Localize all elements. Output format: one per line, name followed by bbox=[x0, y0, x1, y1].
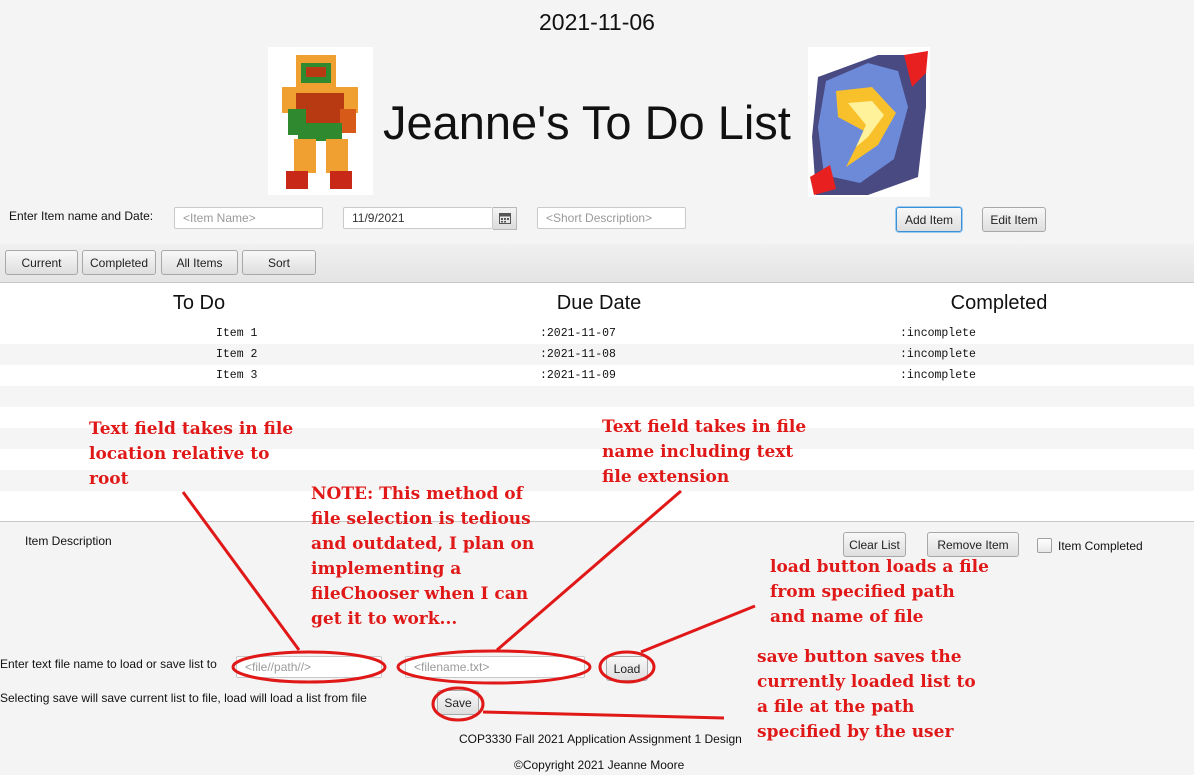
item-due-date: :2021-11-08 bbox=[540, 348, 616, 361]
item-name: Item 3 bbox=[216, 369, 258, 382]
completed-filter-button[interactable]: Completed bbox=[82, 250, 156, 275]
current-date: 2021-11-06 bbox=[539, 9, 655, 35]
app-title: Jeanne's To Do List bbox=[383, 96, 791, 149]
file-hint: Selecting save will save current list to… bbox=[0, 691, 367, 705]
remove-item-button[interactable]: Remove Item bbox=[927, 532, 1019, 557]
load-annotation: load button loads a file from specified … bbox=[770, 557, 989, 627]
description-input[interactable] bbox=[537, 207, 686, 229]
item-name: Item 1 bbox=[216, 327, 258, 340]
item-name: Item 2 bbox=[216, 348, 258, 361]
clear-list-button[interactable]: Clear List bbox=[843, 532, 906, 557]
empty-row bbox=[0, 491, 1194, 512]
filename-annotation: Text field takes in file name including … bbox=[602, 417, 807, 487]
fireball-icon bbox=[808, 47, 930, 197]
list-item[interactable]: Item 2 :2021-11-08 :incomplete bbox=[0, 344, 1194, 365]
item-completed-checkbox[interactable] bbox=[1037, 538, 1052, 553]
method-annotation: NOTE: This method of file selection is t… bbox=[311, 484, 535, 629]
item-due-date: :2021-11-09 bbox=[540, 369, 616, 382]
file-name-input[interactable] bbox=[405, 656, 585, 678]
list-item[interactable]: Item 3 :2021-11-09 :incomplete bbox=[0, 365, 1194, 386]
empty-row bbox=[0, 386, 1194, 407]
course-footer: COP3330 Fall 2021 Application Assignment… bbox=[459, 732, 742, 746]
file-prompt: Enter text file name to load or save lis… bbox=[0, 657, 217, 671]
file-path-input[interactable] bbox=[236, 656, 382, 678]
item-due-date: :2021-11-07 bbox=[540, 327, 616, 340]
list-item[interactable]: Item 1 :2021-11-07 :incomplete bbox=[0, 323, 1194, 344]
item-status: :incomplete bbox=[900, 327, 976, 340]
copyright-footer: ©Copyright 2021 Jeanne Moore bbox=[514, 758, 685, 772]
column-header-completed: Completed bbox=[950, 292, 1048, 314]
sort-button[interactable]: Sort bbox=[242, 250, 316, 275]
item-status: :incomplete bbox=[900, 369, 976, 382]
current-filter-button[interactable]: Current bbox=[5, 250, 78, 275]
save-button[interactable]: Save bbox=[437, 690, 479, 715]
item-name-input[interactable] bbox=[174, 207, 323, 229]
list-header: To Do Due Date Completed bbox=[0, 283, 1194, 324]
samus-icon bbox=[268, 47, 373, 195]
due-date-input[interactable] bbox=[343, 207, 493, 229]
item-status: :incomplete bbox=[900, 348, 976, 361]
entry-label: Enter Item name and Date: bbox=[9, 209, 154, 223]
load-button[interactable]: Load bbox=[606, 656, 648, 681]
all-items-filter-button[interactable]: All Items bbox=[161, 250, 238, 275]
item-description-label: Item Description bbox=[25, 534, 112, 548]
save-annotation: save button saves the currently loaded l… bbox=[757, 647, 976, 742]
column-header-todo: To Do bbox=[172, 292, 226, 314]
add-item-button[interactable]: Add Item bbox=[896, 207, 962, 232]
column-header-due-date: Due Date bbox=[556, 292, 642, 314]
edit-item-button[interactable]: Edit Item bbox=[982, 207, 1046, 232]
filter-toolbar: Current Completed All Items Sort bbox=[0, 244, 1194, 283]
calendar-icon[interactable] bbox=[493, 207, 517, 230]
item-completed-label: Item Completed bbox=[1058, 539, 1143, 553]
path-annotation: Text field takes in file location relati… bbox=[89, 419, 294, 489]
